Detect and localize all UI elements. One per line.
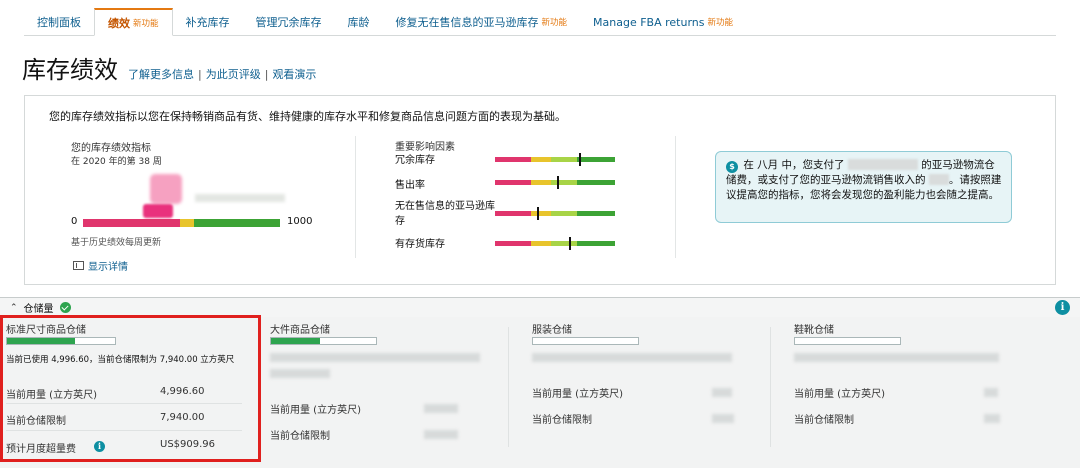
redacted-amount [847, 159, 918, 170]
ipi-min-label: 0 [71, 216, 78, 227]
ipi-week: 在 2020 年的第 38 周 [71, 157, 162, 167]
oversize-storage-card: 大件商品仓储 当前用量 (立方英尺) 当前仓储限制 [264, 317, 504, 463]
card-title: 大件商品仓储 [270, 325, 330, 336]
tab-fba-returns[interactable]: Manage FBA returns 新功能 [580, 8, 746, 36]
chevron-up-icon[interactable]: ⌃ [10, 303, 18, 313]
ipi-max-label: 1000 [287, 216, 313, 227]
card-title: 服装仓储 [532, 325, 572, 336]
details-panel-icon [73, 261, 84, 270]
factor-marker [557, 176, 560, 189]
factor-name: 冗余库存 [395, 155, 435, 166]
ipi-score-redacted-text [195, 194, 285, 202]
divider [770, 327, 771, 447]
dollar-circle-icon: $ [726, 161, 738, 173]
performance-description: 您的库存绩效指标以您在保持畅销商品有货、维持健康的库存水平和修复商品信息问题方面… [49, 110, 566, 123]
factor-name: 售出率 [395, 180, 425, 191]
divider [675, 136, 676, 258]
redacted-value [984, 388, 998, 397]
storage-limit-label: 当前仓储限制 [270, 431, 330, 442]
new-badge: 新功能 [541, 18, 568, 28]
card-title: 鞋靴仓储 [794, 325, 834, 336]
ipi-score-bar [83, 219, 280, 227]
current-usage-label: 当前用量 (立方英尺) [532, 389, 623, 400]
check-circle-icon [59, 302, 71, 313]
storage-limit-label: 当前仓储限制 [532, 415, 592, 426]
redacted-value [984, 414, 1000, 423]
factor-bar [495, 211, 615, 216]
factor-name: 无在售信息的亚马逊库存 [395, 201, 495, 227]
link-separator: | [264, 68, 269, 81]
performance-panel: 您的库存绩效指标以您在保持畅销商品有货、维持健康的库存水平和修复商品信息问题方面… [24, 95, 1056, 285]
tab-excess-inventory[interactable]: 管理冗余库存 [243, 8, 335, 36]
storage-gauge [270, 337, 377, 345]
storage-limit-label: 当前仓储限制 [794, 415, 854, 426]
page-title: 库存绩效 [22, 56, 118, 84]
factors-title: 重要影响因素 [395, 142, 455, 153]
link-separator: | [198, 68, 202, 81]
tab-performance[interactable]: 绩效 新功能 [94, 8, 173, 36]
tab-restock[interactable]: 补充库存 [173, 8, 243, 36]
ipi-score-redacted [150, 174, 182, 204]
storage-section-header[interactable]: ⌃ 仓储量 [0, 297, 1080, 317]
factor-bar [495, 157, 615, 162]
current-usage-label: 当前用量 (立方英尺) [270, 405, 361, 416]
factor-name: 有存货库存 [395, 239, 445, 250]
rate-page-link[interactable]: 为此页评级 [206, 68, 261, 81]
info-icon[interactable]: i [1055, 300, 1070, 315]
footwear-storage-card: 鞋靴仓储 当前用量 (立方英尺) 当前仓储限制 [788, 317, 1028, 463]
storage-label: 仓储量 [23, 304, 54, 315]
factor-marker [569, 237, 572, 250]
show-details-link[interactable]: 显示详情 [73, 258, 128, 273]
tab-fix-stranded[interactable]: 修复无在售信息的亚马逊库存 新功能 [383, 8, 581, 36]
tip-text: 在 八月 中，您支付了 [743, 159, 845, 171]
redacted-percent [928, 174, 949, 185]
watch-demo-link[interactable]: 观看演示 [272, 68, 316, 81]
tab-bar: 控制面板 绩效 新功能 补充库存 管理冗余库存 库龄 修复无在售信息的亚马逊库存新… [24, 8, 1056, 36]
factor-marker [537, 207, 539, 220]
redacted-value [424, 430, 458, 439]
tab-label: 管理冗余库存 [255, 16, 322, 29]
redacted-text [532, 353, 732, 362]
redacted-value [712, 388, 732, 397]
redacted-text [270, 369, 330, 378]
redacted-text [270, 353, 480, 362]
new-badge: 新功能 [133, 18, 159, 29]
ipi-label: 您的库存绩效指标 [71, 143, 151, 154]
new-badge: 新功能 [707, 18, 733, 28]
storage-gauge [532, 337, 639, 345]
divider [508, 327, 509, 447]
redacted-value [424, 404, 458, 413]
history-note: 基于历史绩效每周更新 [71, 238, 162, 248]
tab-label: 修复无在售信息的亚马逊库存 [395, 16, 539, 29]
show-details-label: 显示详情 [88, 262, 128, 273]
factor-marker [579, 153, 581, 166]
tab-dashboard[interactable]: 控制面板 [24, 8, 94, 36]
highlight-box [0, 315, 261, 462]
redacted-value [712, 414, 734, 423]
storage-gauge [794, 337, 901, 345]
factor-bar [495, 180, 615, 185]
factor-bar [495, 241, 615, 246]
tab-inventory-age[interactable]: 库龄 [335, 8, 383, 36]
tab-label: 控制面板 [37, 16, 81, 29]
tab-label: Manage FBA returns [593, 15, 705, 29]
divider [355, 136, 356, 258]
apparel-storage-card: 服装仓储 当前用量 (立方英尺) 当前仓储限制 [526, 317, 766, 463]
ipi-score-pointer [143, 204, 173, 218]
storage-fee-tip: $ 在 八月 中，您支付了 的亚马逊物流仓储费，或支付了您的亚马逊物流销售收入的… [715, 151, 1012, 223]
tab-label: 库龄 [347, 16, 370, 29]
redacted-text [794, 353, 999, 362]
page-header: 库存绩效 了解更多信息 | 为此页评级 | 观看演示 [22, 50, 316, 85]
current-usage-label: 当前用量 (立方英尺) [794, 389, 885, 400]
tab-label: 绩效 [108, 16, 130, 30]
learn-more-link[interactable]: 了解更多信息 [128, 68, 194, 81]
tab-label: 补充库存 [185, 16, 230, 29]
